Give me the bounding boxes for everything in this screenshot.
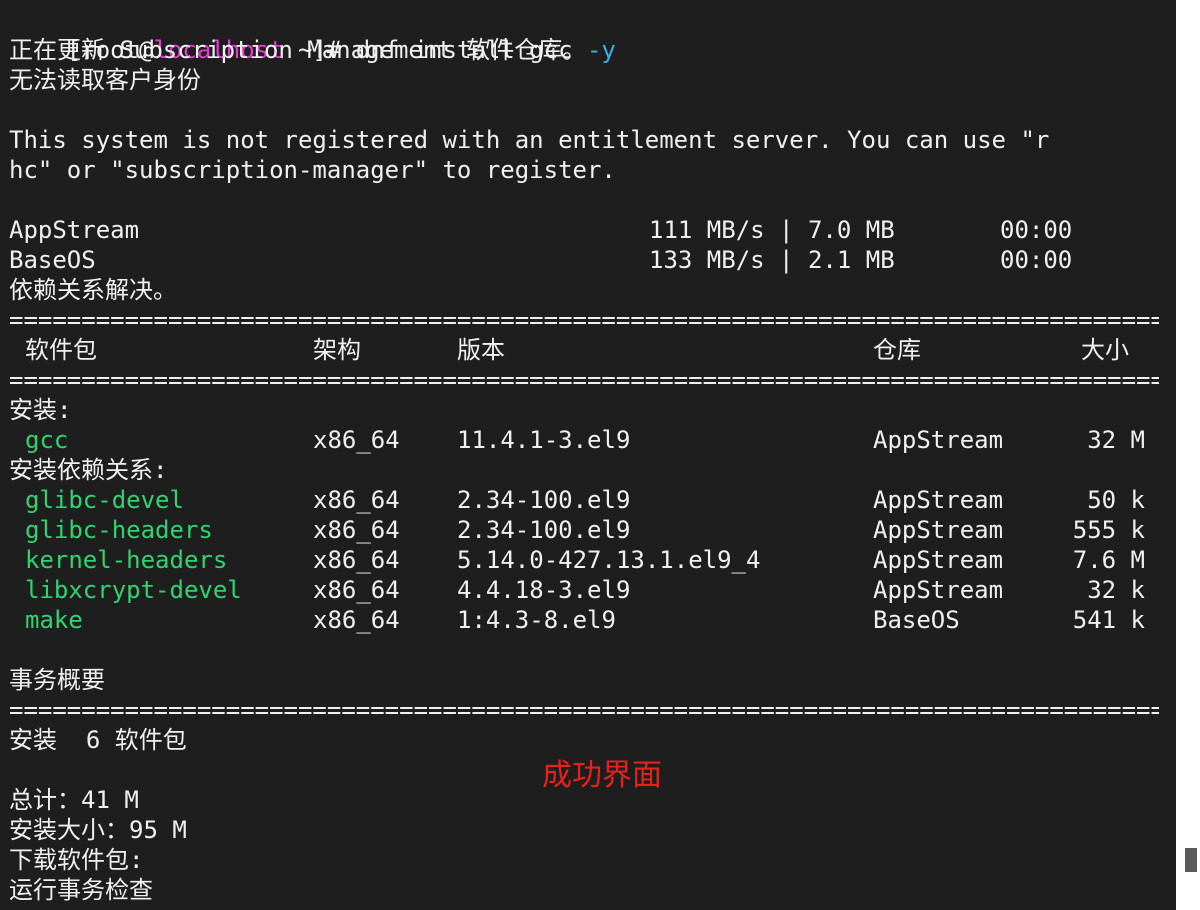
package-size: 32 M [1087, 426, 1145, 454]
table-row: glibc-devel x86_64 2.34-100.el9 AppStrea… [9, 485, 1159, 515]
table-row: libxcrypt-devel x86_64 4.4.18-3.el9 AppS… [9, 575, 1159, 605]
repo-time: 00:00 [1000, 216, 1073, 244]
header-package: 软件包 [25, 336, 97, 364]
command-flag: -y [586, 36, 616, 64]
package-arch: x86_64 [313, 426, 400, 454]
package-size: 541 k [1072, 606, 1145, 634]
repo-time: 00:00 [1000, 246, 1073, 274]
dependencies-resolved-message: 依赖关系解决。 [9, 276, 177, 304]
repo-speed: 133 MB/s | 2.1 MB [649, 246, 895, 274]
package-size: 32 k [1087, 576, 1145, 604]
package-version: 2.34-100.el9 [457, 486, 631, 514]
package-version: 5.14.0-427.13.1.el9_4 [457, 546, 761, 574]
downloading-packages: 下载软件包: [9, 846, 144, 874]
package-repo: BaseOS [873, 606, 960, 634]
repo-name: BaseOS [9, 246, 96, 274]
table-row: gcc x86_64 11.4.1-3.el9 AppStream 32 M [9, 425, 1159, 455]
scrollbar-thumb[interactable] [1185, 848, 1197, 872]
table-row: kernel-headers x86_64 5.14.0-427.13.1.el… [9, 545, 1159, 575]
header-arch: 架构 [313, 336, 361, 364]
header-size: 大小 [1081, 336, 1129, 364]
package-name: make [25, 606, 83, 634]
not-registered-message-line2: hc" or "subscription-manager" to registe… [9, 156, 616, 184]
install-count: 安装 6 软件包 [9, 726, 187, 754]
cannot-read-identity-message: 无法读取客户身份 [9, 66, 201, 94]
installed-size: 安装大小：95 M [9, 816, 187, 844]
table-row: make x86_64 1:4.3-8.el9 BaseOS 541 k [9, 605, 1159, 635]
not-registered-message-line1: This system is not registered with an en… [9, 126, 1050, 154]
table-header: 软件包 架构 版本 仓库 大小 [9, 335, 1159, 365]
package-name: glibc-headers [25, 516, 213, 544]
package-size: 50 k [1087, 486, 1145, 514]
separator-line: ========================================… [9, 306, 1159, 334]
package-arch: x86_64 [313, 516, 400, 544]
package-version: 11.4.1-3.el9 [457, 426, 631, 454]
package-arch: x86_64 [313, 576, 400, 604]
summary-title: 事务概要 [9, 666, 105, 694]
repo-speed: 111 MB/s | 7.0 MB [649, 216, 895, 244]
separator-line: ========================================… [9, 366, 1159, 394]
package-name: glibc-devel [25, 486, 184, 514]
package-name: libxcrypt-devel [25, 576, 242, 604]
package-size: 7.6 M [1072, 546, 1145, 574]
separator-line: ========================================… [9, 696, 1159, 724]
table-row: glibc-headers x86_64 2.34-100.el9 AppStr… [9, 515, 1159, 545]
package-name: gcc [25, 426, 69, 454]
scrollbar-track[interactable] [1176, 0, 1200, 910]
package-repo: AppStream [873, 426, 1004, 454]
installing-section-label: 安装: [9, 396, 72, 424]
package-repo: AppStream [873, 486, 1004, 514]
package-arch: x86_64 [313, 546, 400, 574]
success-annotation: 成功界面 [542, 758, 662, 793]
package-arch: x86_64 [313, 606, 400, 634]
command-prompt-line: [root@localhost ~]# dnf install gcc -y [9, 5, 616, 64]
package-size: 555 k [1072, 516, 1145, 544]
header-version: 版本 [457, 336, 505, 364]
terminal-window[interactable]: [root@localhost ~]# dnf install gcc -y 正… [0, 0, 1176, 910]
package-version: 4.4.18-3.el9 [457, 576, 631, 604]
package-repo: AppStream [873, 546, 1004, 574]
package-version: 2.34-100.el9 [457, 516, 631, 544]
repo-line-appstream: AppStream 111 MB/s | 7.0 MB 00:00 [9, 215, 1159, 245]
total-download-size: 总计：41 M [9, 786, 139, 814]
dependencies-section-label: 安装依赖关系: [9, 456, 168, 484]
package-name: kernel-headers [25, 546, 228, 574]
package-version: 1:4.3-8.el9 [457, 606, 616, 634]
repo-name: AppStream [9, 216, 140, 244]
package-arch: x86_64 [313, 486, 400, 514]
repo-line-baseos: BaseOS 133 MB/s | 2.1 MB 00:00 [9, 245, 1159, 275]
package-repo: AppStream [873, 576, 1004, 604]
running-transaction-check: 运行事务检查 [9, 876, 153, 904]
package-repo: AppStream [873, 516, 1004, 544]
header-repository: 仓库 [873, 336, 921, 364]
updating-repos-message: 正在更新 Subscription Management 软件仓库。 [9, 36, 587, 64]
